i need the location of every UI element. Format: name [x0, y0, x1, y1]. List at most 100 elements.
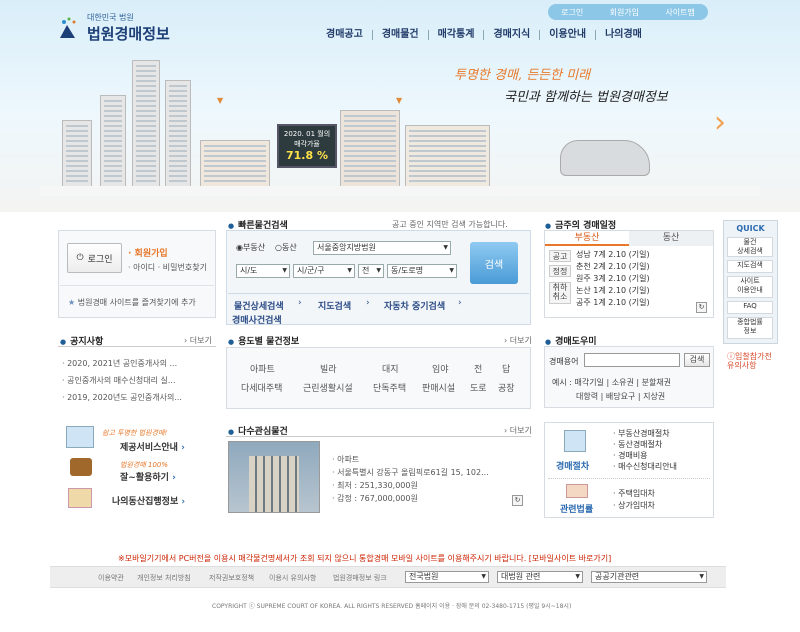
footer-supreme-select[interactable]: 대법원 관련	[497, 571, 583, 583]
procedure-item[interactable]: · 동산경매절차	[613, 439, 677, 450]
usage-neighborhood[interactable]: 근린생활시설	[303, 381, 353, 394]
quick-map-search[interactable]: 지도검색	[727, 260, 773, 273]
map-search-link[interactable]: 지도검색	[318, 299, 351, 312]
usage-factory[interactable]: 공장	[498, 381, 515, 394]
notices-more-link[interactable]: › 더보기	[184, 335, 212, 346]
usage-field[interactable]: 전	[474, 362, 482, 375]
procedure-list: · 부동산경매절차 · 동산경매절차 · 경매비용 · 매수신청대리안내	[613, 428, 677, 472]
my-movable-link[interactable]: 나의동산집행정보 ›	[112, 494, 185, 507]
property-photo[interactable]	[228, 441, 320, 513]
nav-auction-knowledge[interactable]: 경매지식	[483, 30, 539, 40]
bidding-notice-link[interactable]: ⓘ입찰참가전 유의사항	[727, 352, 772, 370]
find-id-password-link[interactable]: · 아이디 · 비밀번호찾기	[128, 262, 207, 273]
interest-more-link[interactable]: › 더보기	[504, 425, 532, 436]
divider	[58, 346, 216, 347]
dictionary-examples-2[interactable]: 대항력 | 배당요구 | 지상권	[576, 391, 665, 402]
usage-apartment[interactable]: 아파트	[250, 362, 275, 375]
dictionary-input[interactable]	[584, 353, 680, 367]
nav-my-auction[interactable]: 나의경매	[595, 30, 651, 40]
arrow-circle-icon: ›	[298, 298, 302, 308]
nav-auction-items[interactable]: 경매물건	[371, 30, 428, 40]
footer-public-select[interactable]: 공공기관관련	[591, 571, 707, 583]
detail-search-link[interactable]: 물건상세검색	[234, 299, 284, 312]
footer-caution[interactable]: 이용시 유의사항	[269, 573, 316, 583]
quick-law-info[interactable]: 종합법률 정보	[727, 317, 773, 339]
tab-real-estate[interactable]: 부동산	[545, 231, 629, 246]
dictionary-examples-1[interactable]: 예시 : 매각기일 | 소유권 | 분할채권	[552, 377, 671, 388]
jeon-select[interactable]: 전	[358, 264, 384, 278]
law-book-icon	[566, 484, 588, 498]
usage-retail[interactable]: 판매시설	[422, 381, 455, 394]
schedule-item[interactable]: 공주 1계 2.10 (기일)	[576, 297, 708, 309]
divider	[226, 436, 531, 437]
mobile-notice[interactable]: ※모바일기기에서 PC버전을 이용시 매각물건명세서가 조회 되지 않으니 통합…	[118, 553, 611, 564]
radio-movable[interactable]: ○동산	[275, 242, 297, 253]
usage-land[interactable]: 대지	[382, 362, 399, 375]
usage-more-link[interactable]: › 더보기	[504, 335, 532, 346]
procedure-item[interactable]: · 매수신청대리안내	[613, 461, 677, 472]
footer-copyright-policy[interactable]: 저작권보호정책	[209, 573, 254, 583]
info-icon: ⓘ	[727, 352, 735, 361]
usage-detached[interactable]: 단독주택	[373, 381, 406, 394]
procedure-item[interactable]: · 부동산경매절차	[613, 428, 677, 439]
util-join-link[interactable]: 회원가입	[610, 7, 639, 18]
quick-faq[interactable]: FAQ	[727, 301, 773, 314]
usage-forest[interactable]: 임야	[432, 362, 449, 375]
sido-select[interactable]: 시/도	[236, 264, 290, 278]
usage-multiplex[interactable]: 다세대주택	[241, 381, 282, 394]
login-button[interactable]: ⏻ 로그인	[67, 243, 122, 273]
nav-usage-guide[interactable]: 이용안내	[539, 30, 595, 40]
service-usage-link[interactable]: 잘~활용하기 ›	[120, 470, 176, 483]
interest-address[interactable]: · 서울특별시 강동구 올림픽로61길 15, 102...	[332, 467, 489, 478]
favorite-label: 법원경매 사이트를 즐겨찾기에 추가	[77, 298, 196, 307]
quick-usage-guide[interactable]: 사이트 이용안내	[727, 276, 773, 298]
schedule-refresh-icon[interactable]: ↻	[696, 302, 707, 313]
favorite-link[interactable]: ★ 법원경매 사이트를 즐겨찾기에 추가	[68, 297, 196, 308]
util-sitemap-link[interactable]: 사이트맵	[665, 7, 694, 18]
quick-detail-search[interactable]: 물건 상세검색	[727, 237, 773, 257]
notice-item[interactable]: · 2020, 2021년 공인중개사의 ...	[62, 358, 177, 369]
usage-road[interactable]: 도로	[470, 381, 487, 394]
notice-item[interactable]: · 공인중개사의 매수신청대리 실...	[62, 375, 176, 386]
site-logo[interactable]: 대한민국 법원 법원경매정보	[55, 12, 185, 43]
usage-panel	[226, 347, 531, 409]
service-guide-link[interactable]: 제공서비스안내 ›	[120, 440, 185, 453]
apartment-building	[132, 60, 160, 188]
procedure-item[interactable]: · 경매비용	[613, 450, 677, 461]
sale-rate-billboard: 2020. 01 월의 매각가율 71.8 %	[277, 124, 337, 168]
dong-select[interactable]: 동/도로명	[387, 264, 457, 278]
filter-notice[interactable]: 공고	[549, 250, 571, 262]
case-search-link[interactable]: 경매사건검색	[232, 313, 282, 326]
interest-type[interactable]: · 아파트	[332, 454, 359, 465]
service-tagline: 법원경매 100%	[120, 461, 168, 469]
util-login-link[interactable]: 로그인	[561, 7, 583, 18]
usage-paddy[interactable]: 답	[502, 362, 510, 375]
schedule-item[interactable]: 원주 3계 2.10 (기일)	[576, 273, 708, 285]
interest-next-icon[interactable]: ↻	[512, 495, 523, 506]
nav-sale-stats[interactable]: 매각통계	[427, 30, 484, 40]
join-link[interactable]: · 회원가입	[128, 246, 168, 259]
schedule-item[interactable]: 성남 7계 2.10 (기일)	[576, 249, 708, 261]
banner-next-icon[interactable]: ›	[714, 108, 734, 138]
radio-real-estate[interactable]: ◉부동산	[236, 242, 265, 253]
law-item[interactable]: · 주택임대차	[613, 488, 655, 500]
quick-search-button[interactable]: 검색	[470, 242, 518, 284]
service-tagline: 쉽고 투명한 법원경매!	[102, 429, 168, 437]
schedule-item[interactable]: 논산 1계 2.10 (기일)	[576, 285, 708, 297]
footer-terms[interactable]: 이용약관	[98, 573, 124, 583]
filter-withdraw[interactable]: 취하 취소	[549, 282, 571, 304]
footer-privacy[interactable]: 개인정보 처리방침	[137, 573, 191, 583]
dictionary-search-button[interactable]: 검색	[684, 353, 710, 367]
tab-movable[interactable]: 동산	[629, 231, 713, 246]
usage-villa[interactable]: 빌라	[320, 362, 337, 375]
law-item[interactable]: · 상가임대차	[613, 500, 655, 512]
schedule-item[interactable]: 춘천 2계 2.10 (기일)	[576, 261, 708, 273]
sigungu-select[interactable]: 시/군/구	[293, 264, 355, 278]
filter-correction[interactable]: 정정	[549, 265, 571, 277]
court-select[interactable]: 서울중앙지방법원	[313, 241, 451, 255]
notice-item[interactable]: · 2019, 2020년도 공인중개사의...	[62, 392, 182, 403]
footer-court-select[interactable]: 전국법원	[405, 571, 489, 583]
footer-links[interactable]: 법원경매정보 링크	[333, 573, 387, 583]
nav-auction-notice[interactable]: 경매공고	[317, 30, 372, 40]
vehicle-search-link[interactable]: 자동차 중기검색	[384, 299, 445, 312]
